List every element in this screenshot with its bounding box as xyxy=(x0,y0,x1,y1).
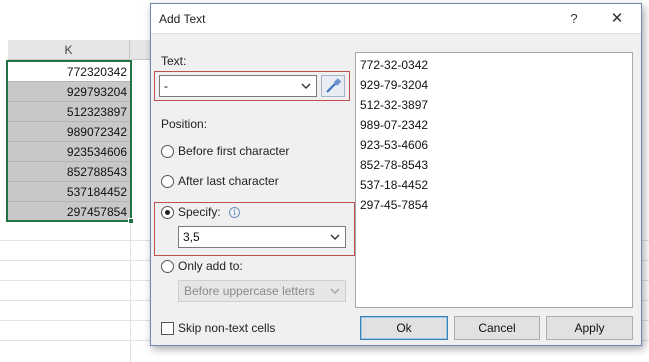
ok-button[interactable]: Ok xyxy=(360,316,448,340)
picker-button[interactable] xyxy=(321,75,345,97)
apply-button[interactable]: Apply xyxy=(546,316,633,340)
text-value: - xyxy=(164,79,168,93)
cancel-button[interactable]: Cancel xyxy=(454,316,540,340)
dialog-titlebar[interactable]: Add Text ? ✕ xyxy=(151,4,641,34)
specify-value: 3,5 xyxy=(183,230,200,244)
specify-label[interactable]: Specify: xyxy=(178,205,221,219)
only-add-to-label[interactable]: Only add to: xyxy=(178,259,243,273)
chevron-down-icon[interactable] xyxy=(300,79,312,93)
only-add-to-value: Before uppercase letters xyxy=(184,284,315,298)
specify-radio[interactable] xyxy=(161,206,174,219)
after-last-label[interactable]: After last character xyxy=(178,174,279,188)
preview-line: 852-78-8543 xyxy=(360,158,429,172)
chevron-down-icon xyxy=(330,288,340,294)
text-label: Text: xyxy=(161,54,187,68)
fill-handle[interactable] xyxy=(128,218,134,224)
before-first-label[interactable]: Before first character xyxy=(178,144,289,158)
specify-combobox[interactable]: 3,5 xyxy=(178,226,346,248)
before-first-radio[interactable] xyxy=(161,145,174,158)
eyedropper-icon xyxy=(326,78,341,93)
preview-line: 923-53-4606 xyxy=(360,138,429,152)
preview-line: 537-18-4452 xyxy=(360,178,429,192)
dialog-title: Add Text xyxy=(159,12,206,26)
chevron-down-icon[interactable] xyxy=(329,230,341,244)
preview-pane[interactable]: 772-32-0342 929-79-3204 512-32-3897 989-… xyxy=(355,52,633,308)
after-last-radio[interactable] xyxy=(161,175,174,188)
preview-line: 297-45-7854 xyxy=(360,198,429,212)
preview-line: 989-07-2342 xyxy=(360,118,429,132)
selection-border xyxy=(6,60,132,222)
column-header-k[interactable]: K xyxy=(8,40,130,60)
skip-non-text-label[interactable]: Skip non-text cells xyxy=(178,321,275,335)
text-combobox[interactable]: - xyxy=(159,75,317,97)
position-label: Position: xyxy=(161,117,208,131)
preview-line: 512-32-3897 xyxy=(360,98,429,112)
help-button[interactable]: ? xyxy=(559,4,589,34)
add-text-dialog: Add Text ? ✕ Text: - Position: Before fi… xyxy=(150,3,642,346)
only-add-to-radio[interactable] xyxy=(161,260,174,273)
info-icon[interactable]: i xyxy=(229,207,240,218)
preview-line: 929-79-3204 xyxy=(360,78,429,92)
close-button[interactable]: ✕ xyxy=(599,4,635,34)
only-add-to-combobox: Before uppercase letters xyxy=(178,280,346,302)
preview-line: 772-32-0342 xyxy=(360,58,429,72)
skip-non-text-checkbox[interactable] xyxy=(161,322,174,335)
